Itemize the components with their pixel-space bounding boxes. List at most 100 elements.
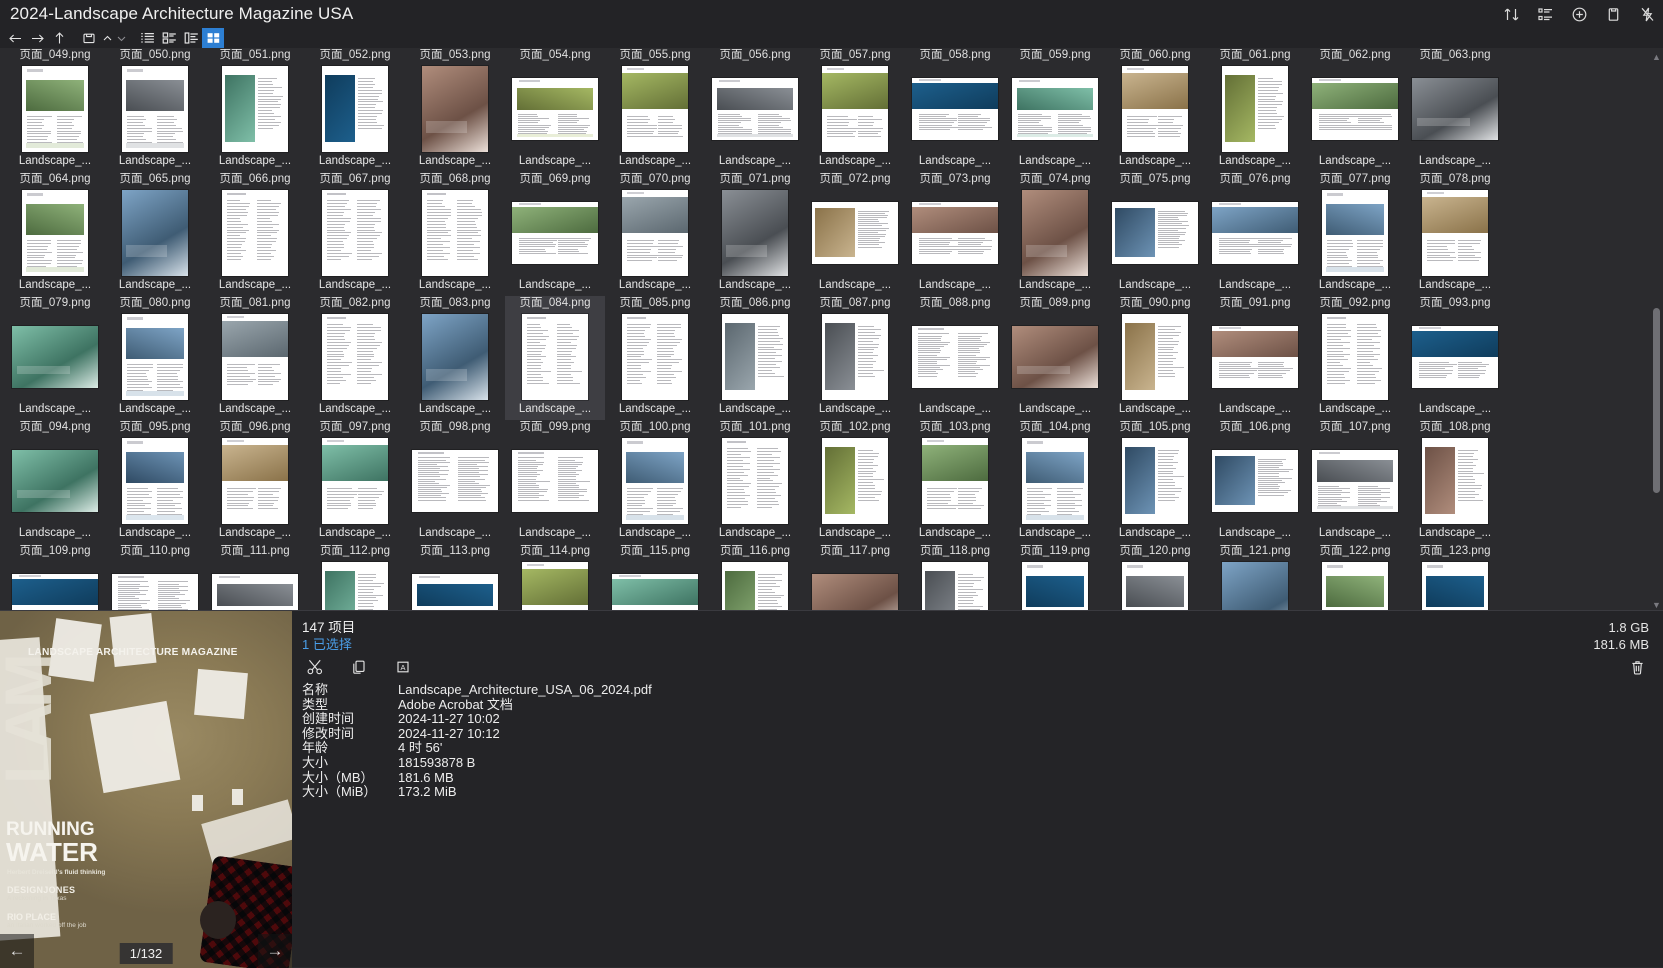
grid-item[interactable]: 页面_079.png Landscape_... [5, 296, 105, 420]
chevron-down-icon[interactable] [114, 28, 128, 48]
grid-item[interactable]: 页面_113.pngLandscape_... [405, 544, 505, 614]
grid-item[interactable]: 页面_114.pngLandscape_... [505, 544, 605, 614]
grid-item-thumbnail[interactable] [511, 437, 599, 525]
grid-item-thumbnail[interactable] [611, 561, 699, 614]
grid-item-thumbnail[interactable] [1011, 189, 1099, 277]
grid-item-thumbnail[interactable] [1111, 561, 1199, 614]
grid-item[interactable]: 页面_087.png Landscape_... [805, 296, 905, 420]
scrollbar-thumb[interactable] [1653, 308, 1660, 493]
grid-item-thumbnail[interactable] [311, 313, 399, 401]
grid-item[interactable]: 页面_103.png Landscape_... [905, 420, 1005, 544]
vertical-scrollbar[interactable]: ▲ ▼ [1650, 48, 1663, 614]
grid-item-thumbnail[interactable] [611, 437, 699, 525]
grid-item-thumbnail[interactable] [1411, 313, 1499, 401]
grid-item[interactable]: 页面_115.pngLandscape_... [605, 544, 705, 614]
grid-item-thumbnail[interactable] [311, 189, 399, 277]
grid-item[interactable]: 页面_050.png Landscape_... [105, 48, 205, 172]
grid-item-thumbnail[interactable] [211, 313, 299, 401]
grid-item-thumbnail[interactable] [1011, 65, 1099, 153]
grid-item-thumbnail[interactable] [1211, 437, 1299, 525]
grid-item[interactable]: 页面_068.png Landscape_... [405, 172, 505, 296]
grid-item[interactable]: 页面_075.png Landscape_... [1105, 172, 1205, 296]
grid-item-thumbnail[interactable] [211, 189, 299, 277]
grid-item-thumbnail[interactable] [411, 561, 499, 614]
grid-item-thumbnail[interactable] [111, 313, 199, 401]
grid-item-thumbnail[interactable] [1011, 313, 1099, 401]
grid-item-thumbnail[interactable] [211, 561, 299, 614]
grid-item[interactable]: 页面_091.png Landscape_... [1205, 296, 1305, 420]
grid-item[interactable]: 页面_106.png Landscape_... [1205, 420, 1305, 544]
grid-item[interactable]: 页面_084.png Landscape_... [505, 296, 605, 420]
grid-item[interactable]: 页面_117.pngLandscape_... [805, 544, 905, 614]
grid-item-thumbnail[interactable] [1411, 561, 1499, 614]
grid-item-thumbnail[interactable] [611, 189, 699, 277]
grid-item[interactable]: 页面_095.png Landscape_... [105, 420, 205, 544]
grid-item-thumbnail[interactable] [911, 65, 999, 153]
grid-item-thumbnail[interactable] [911, 561, 999, 614]
grid-item-thumbnail[interactable] [111, 65, 199, 153]
grid-item[interactable]: 页面_116.pngLandscape_... [705, 544, 805, 614]
grid-item-thumbnail[interactable] [511, 313, 599, 401]
grid-item[interactable]: 页面_052.png Landscape_... [305, 48, 405, 172]
grid-item-thumbnail[interactable] [1111, 189, 1199, 277]
grid-item-thumbnail[interactable] [1311, 313, 1399, 401]
grid-item[interactable]: 页面_081.png Landscape_... [205, 296, 305, 420]
grid-item[interactable]: 页面_119.pngLandscape_... [1005, 544, 1105, 614]
file-grid-container[interactable]: 页面_049.png Landscape_... 页面_050.png Landsca… [0, 48, 1663, 614]
chevron-up-icon[interactable] [100, 28, 114, 48]
grid-item[interactable]: 页面_105.png Landscape_... [1105, 420, 1205, 544]
grid-item[interactable]: 页面_086.png Landscape_... [705, 296, 805, 420]
copy-button[interactable] [346, 655, 372, 679]
grid-item[interactable]: 页面_123.pngLandscape_... [1405, 544, 1505, 614]
grid-item-thumbnail[interactable] [811, 561, 899, 614]
grid-item-thumbnail[interactable] [11, 561, 99, 614]
grid-item-thumbnail[interactable] [811, 313, 899, 401]
grid-item-thumbnail[interactable] [1311, 65, 1399, 153]
grid-item[interactable]: 页面_053.png Landscape_... [405, 48, 505, 172]
grid-item[interactable]: 页面_077.png Landscape_... [1305, 172, 1405, 296]
grid-item-thumbnail[interactable] [411, 437, 499, 525]
selected-count-label[interactable]: 1 已选择 [302, 636, 355, 653]
grid-item[interactable]: 页面_101.png Landscape_... [705, 420, 805, 544]
grid-item[interactable]: 页面_060.png Landscape_... [1105, 48, 1205, 172]
grid-item-thumbnail[interactable] [1211, 65, 1299, 153]
grid-item[interactable]: 页面_096.png Landscape_... [205, 420, 305, 544]
grid-item-thumbnail[interactable] [411, 65, 499, 153]
grid-item[interactable]: 页面_069.png Landscape_... [505, 172, 605, 296]
grid-item-thumbnail[interactable] [1311, 189, 1399, 277]
grid-item[interactable]: 页面_089.png Landscape_... [1005, 296, 1105, 420]
new-folder-icon[interactable] [78, 28, 100, 48]
grid-item-thumbnail[interactable] [1011, 561, 1099, 614]
grid-item[interactable]: 页面_055.png Landscape_... [605, 48, 705, 172]
cut-button[interactable] [302, 655, 328, 679]
grid-item[interactable]: 页面_066.png Landscape_... [205, 172, 305, 296]
preview-next-button[interactable]: → [258, 934, 292, 968]
back-button[interactable] [4, 28, 26, 48]
grid-item-thumbnail[interactable] [611, 313, 699, 401]
grid-item[interactable]: 页面_054.png Landscape_... [505, 48, 605, 172]
grid-item[interactable]: 页面_058.png Landscape_... [905, 48, 1005, 172]
grid-item-thumbnail[interactable] [11, 65, 99, 153]
grid-item[interactable]: 页面_102.png Landscape_... [805, 420, 905, 544]
grid-item[interactable]: 页面_082.png Landscape_... [305, 296, 405, 420]
grid-item[interactable]: 页面_090.png Landscape_... [1105, 296, 1205, 420]
grid-item[interactable]: 页面_074.png Landscape_... [1005, 172, 1105, 296]
grid-item-thumbnail[interactable] [1411, 65, 1499, 153]
grid-item[interactable]: 页面_065.png Landscape_... [105, 172, 205, 296]
grid-item-thumbnail[interactable] [111, 189, 199, 277]
grid-item[interactable]: 页面_097.png Landscape_... [305, 420, 405, 544]
forward-button[interactable] [26, 28, 48, 48]
grid-item[interactable]: 页面_051.png Landscape_... [205, 48, 305, 172]
grid-item-thumbnail[interactable] [11, 189, 99, 277]
sort-icon[interactable] [1501, 4, 1521, 24]
grid-item-thumbnail[interactable] [411, 189, 499, 277]
grid-item-thumbnail[interactable] [1111, 437, 1199, 525]
grid-item[interactable]: 页面_122.pngLandscape_... [1305, 544, 1405, 614]
grid-item[interactable]: 页面_098.png Landscape_... [405, 420, 505, 544]
lightning-icon[interactable] [1637, 4, 1657, 24]
grid-item[interactable]: 页面_085.png Landscape_... [605, 296, 705, 420]
grid-item-thumbnail[interactable] [1111, 313, 1199, 401]
grid-item[interactable]: 页面_071.png Landscape_... [705, 172, 805, 296]
list-details-icon[interactable] [1535, 4, 1555, 24]
grid-item[interactable]: 页面_093.png Landscape_... [1405, 296, 1505, 420]
